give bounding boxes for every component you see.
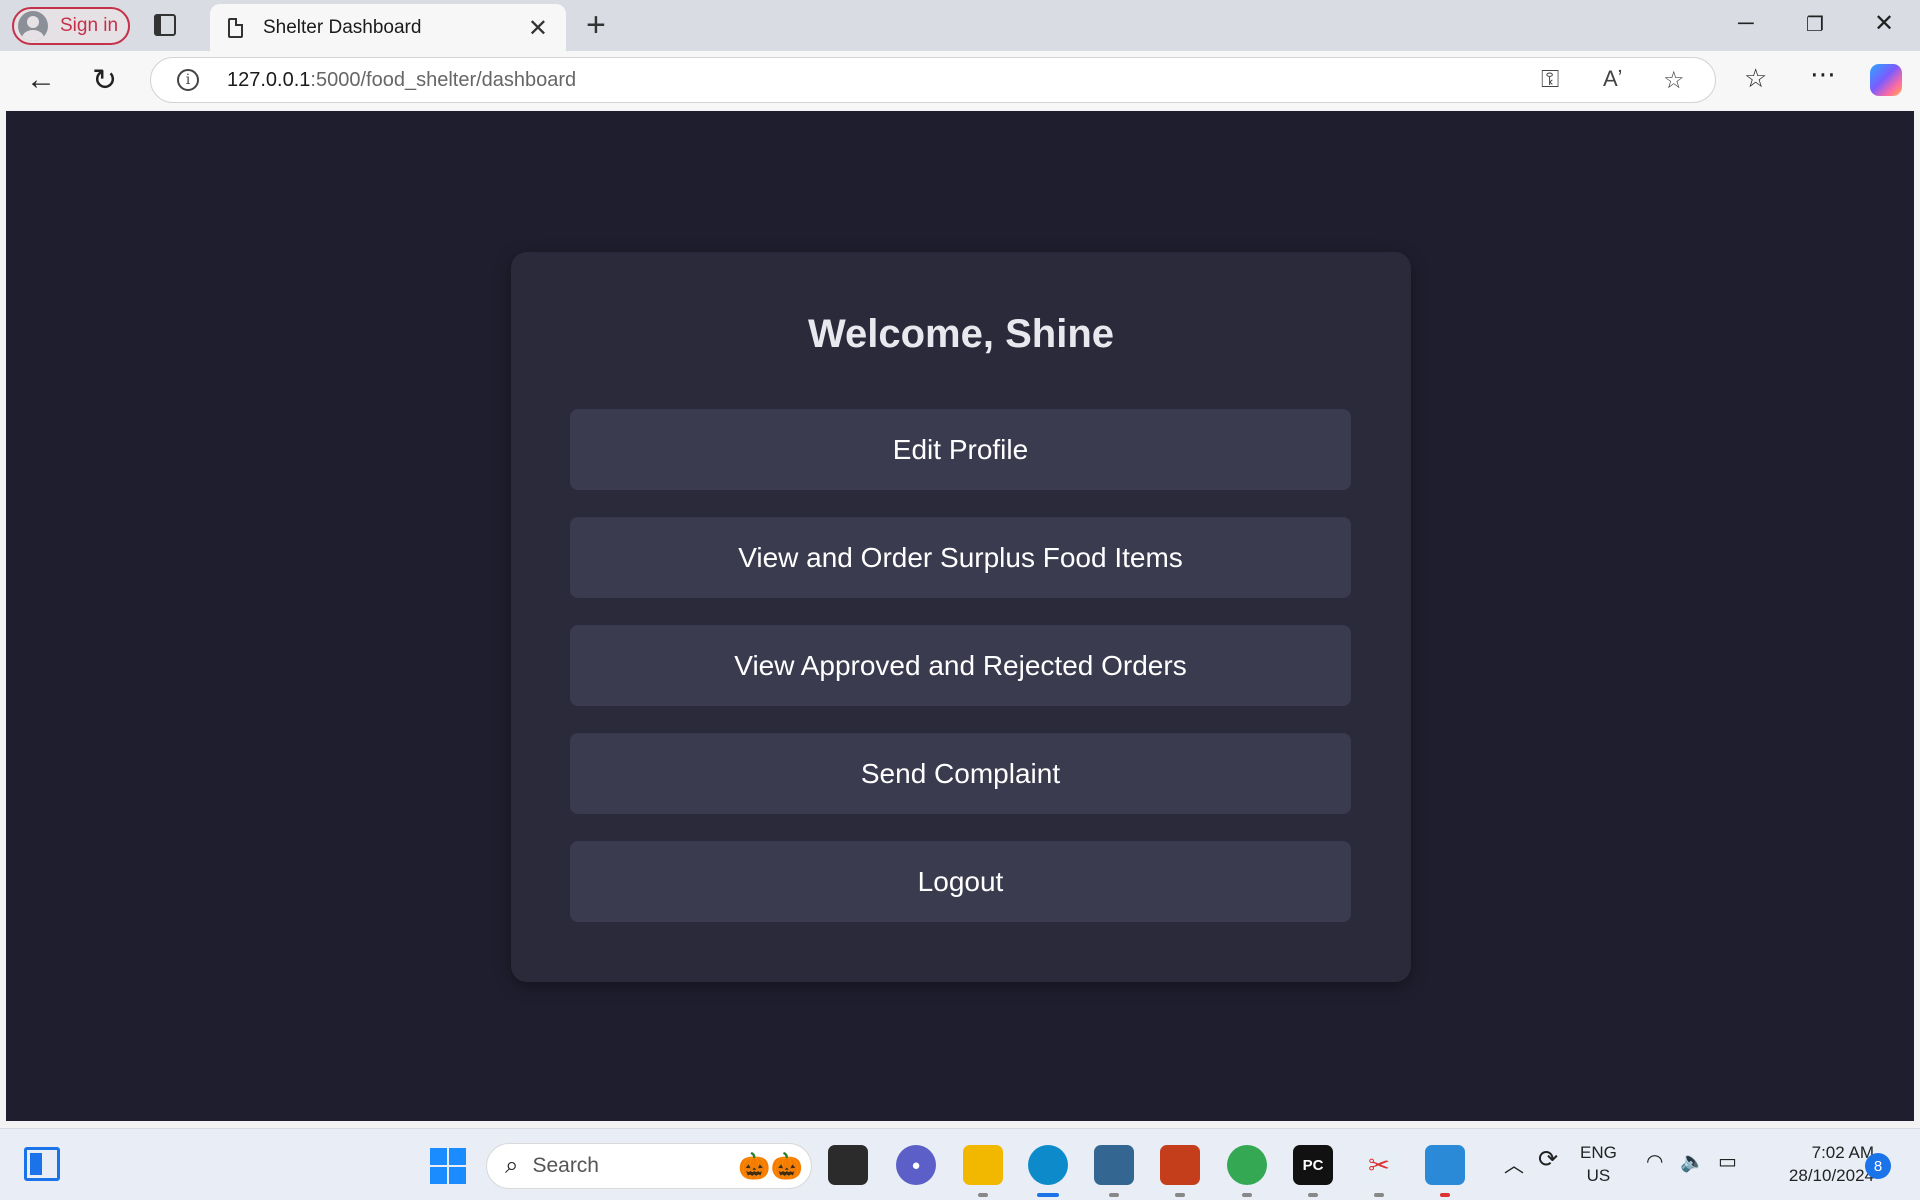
notification-badge[interactable]: 8 <box>1865 1153 1891 1179</box>
page-icon <box>228 17 243 38</box>
start-logo-tile <box>430 1148 447 1165</box>
edit-profile-button[interactable]: Edit Profile <box>570 409 1351 490</box>
key-icon[interactable]: ⚿ <box>1541 66 1559 94</box>
site-info-icon[interactable]: i <box>177 69 199 91</box>
running-indicator <box>978 1193 988 1197</box>
start-logo-tile <box>449 1167 466 1184</box>
taskbar-search[interactable]: ⌕ Search 🎃🎃 <box>486 1143 812 1189</box>
edge-browser-icon[interactable] <box>1028 1145 1068 1197</box>
pycharm-icon[interactable]: PC <box>1293 1145 1333 1197</box>
taskbar-search-label: Search <box>532 1154 599 1177</box>
running-indicator <box>1242 1193 1252 1197</box>
taskbar: ⌕ Search 🎃🎃 ● PC ✂ ︿ ⟳ ENG US ◠ 🔈 ▭ 7:02… <box>0 1128 1920 1200</box>
favorite-star-icon[interactable]: ☆ <box>1663 66 1685 95</box>
address-bar: ← ↻ i 127.0.0.1:5000/food_shelter/dashbo… <box>0 51 1920 110</box>
tab-shelter-dashboard[interactable]: Shelter Dashboard ✕ <box>210 4 566 51</box>
refresh-icon[interactable]: ↻ <box>92 63 117 98</box>
tab-actions-icon[interactable] <box>154 14 176 36</box>
sign-in-button[interactable]: Sign in <box>12 7 130 45</box>
wifi-icon[interactable]: ◠ <box>1646 1149 1663 1174</box>
restore-icon[interactable]: ❐ <box>1806 12 1824 37</box>
chrome-icon[interactable] <box>1227 1145 1267 1197</box>
read-aloud-icon[interactable]: A︎ʼ <box>1603 66 1623 92</box>
pumpkin-icon: 🎃🎃 <box>738 1151 803 1181</box>
powerpoint-icon[interactable] <box>1160 1145 1200 1197</box>
battery-icon[interactable]: ▭ <box>1718 1149 1737 1174</box>
volume-icon[interactable]: 🔈 <box>1680 1149 1705 1174</box>
minimize-icon[interactable]: ─ <box>1738 10 1754 36</box>
running-indicator <box>1175 1193 1185 1197</box>
teams-chat-icon[interactable]: ● <box>896 1145 936 1185</box>
tab-title: Shelter Dashboard <box>263 16 422 38</box>
view-approved-rejected-orders-button[interactable]: View Approved and Rejected Orders <box>570 625 1351 706</box>
tab-strip: Sign in Shelter Dashboard ✕ + ─ ❐ ✕ <box>0 0 1920 51</box>
close-window-icon[interactable]: ✕ <box>1874 9 1894 38</box>
running-indicator <box>1374 1193 1384 1197</box>
active-indicator <box>1037 1193 1059 1197</box>
page-title: Welcome, Shine <box>807 312 1114 356</box>
clock-time: 7:02 AM <box>1811 1143 1874 1162</box>
region-code: US <box>1586 1166 1611 1185</box>
dashboard-card: Welcome, Shine Edit Profile View and Ord… <box>511 252 1411 982</box>
view-order-surplus-food-button[interactable]: View and Order Surplus Food Items <box>570 517 1351 598</box>
logout-button[interactable]: Logout <box>570 841 1351 922</box>
language-indicator[interactable]: ENG US <box>1580 1141 1617 1187</box>
postgresql-icon[interactable] <box>1094 1145 1134 1197</box>
send-complaint-button[interactable]: Send Complaint <box>570 733 1351 814</box>
snipping-tool-icon[interactable]: ✂ <box>1359 1145 1399 1197</box>
favorites-icon[interactable]: ☆ <box>1744 63 1767 94</box>
show-hidden-icons-icon[interactable]: ︿ <box>1504 1149 1524 1178</box>
running-indicator <box>1109 1193 1119 1197</box>
start-logo-tile <box>430 1167 447 1184</box>
more-options-icon[interactable]: ⋯ <box>1810 59 1836 90</box>
sign-in-label: Sign in <box>60 15 119 36</box>
running-indicator <box>1440 1193 1450 1197</box>
running-indicator <box>1308 1193 1318 1197</box>
language-code: ENG <box>1580 1143 1617 1162</box>
start-logo-tile <box>449 1148 466 1165</box>
copilot-icon[interactable] <box>1870 64 1902 96</box>
system-clock[interactable]: 7:02 AM 28/10/2024 <box>1762 1141 1874 1187</box>
start-button[interactable] <box>430 1148 466 1184</box>
back-icon[interactable]: ← <box>26 63 56 97</box>
widgets-icon[interactable] <box>24 1147 60 1181</box>
file-explorer-icon[interactable] <box>963 1145 1003 1197</box>
search-icon: ⌕ <box>505 1152 519 1179</box>
page-viewport: Welcome, Shine Edit Profile View and Ord… <box>6 111 1914 1121</box>
url-text[interactable]: 127.0.0.1:5000/food_shelter/dashboard <box>227 69 576 92</box>
task-view-icon[interactable] <box>828 1145 868 1185</box>
url-field[interactable]: i 127.0.0.1:5000/food_shelter/dashboard … <box>150 57 1716 103</box>
url-path: :5000/food_shelter/dashboard <box>310 68 577 91</box>
new-tab-icon[interactable]: + <box>586 6 606 45</box>
photos-icon[interactable] <box>1425 1145 1465 1197</box>
url-host: 127.0.0.1 <box>227 68 311 91</box>
profile-avatar-icon <box>18 11 48 41</box>
close-tab-icon[interactable]: ✕ <box>528 14 548 43</box>
sync-icon[interactable]: ⟳ <box>1538 1145 1558 1174</box>
clock-date: 28/10/2024 <box>1788 1166 1874 1185</box>
